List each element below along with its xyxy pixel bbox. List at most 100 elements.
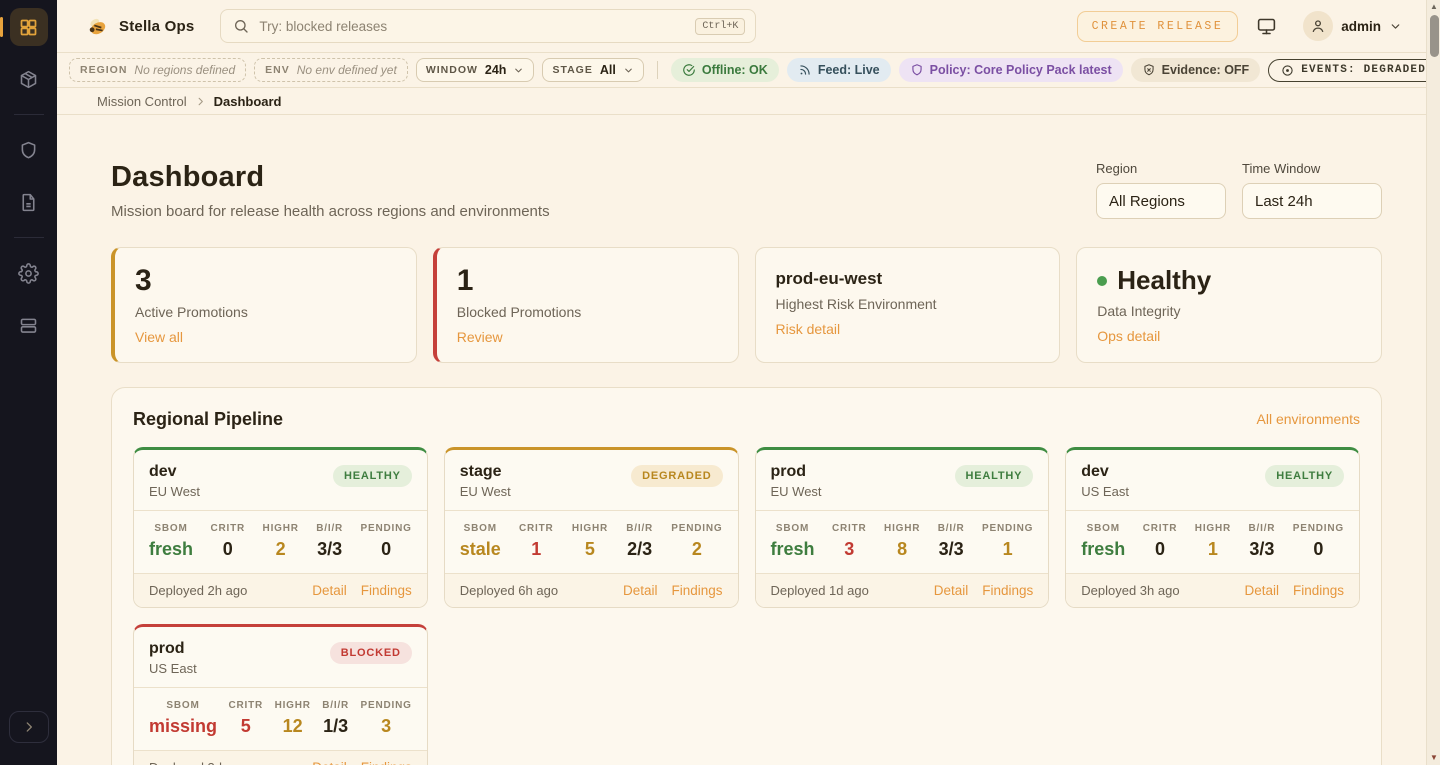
events-status-pill[interactable]: EVENTS: DEGRADED (1268, 59, 1439, 82)
region-context-pill[interactable]: REGION No regions defined (69, 58, 246, 82)
metric-value-highr: 8 (897, 539, 907, 559)
app-logo[interactable]: Stella Ops (84, 13, 194, 39)
highest-risk-label: Highest Risk Environment (776, 296, 1040, 312)
vertical-scrollbar[interactable]: ▲ ▼ (1426, 0, 1440, 765)
metric-label: CRITR (229, 700, 264, 711)
time-window-filter-select[interactable]: Last 24h (1242, 183, 1382, 219)
metric-value-critr: 0 (1155, 539, 1165, 559)
metric-value-pending: 1 (1003, 539, 1013, 559)
window-select-pill[interactable]: WINDOW 24h (416, 58, 535, 82)
sidebar-item-infrastructure[interactable] (10, 306, 48, 344)
search-input[interactable] (259, 19, 685, 34)
status-badge: HEALTHY (955, 465, 1034, 487)
scroll-up-arrow[interactable]: ▲ (1427, 1, 1440, 13)
metric-label: HIGHR (572, 523, 608, 534)
detail-link[interactable]: Detail (623, 583, 658, 598)
stage-select-pill[interactable]: STAGE All (542, 58, 643, 82)
sidebar-item-dashboard[interactable] (10, 8, 48, 46)
document-icon (18, 192, 39, 213)
regional-pipeline-section: Regional Pipeline All environments dev E… (111, 387, 1382, 765)
sidebar-divider (14, 114, 44, 115)
sidebar-item-packages[interactable] (10, 60, 48, 98)
metric-label: PENDING (671, 523, 722, 534)
user-menu[interactable]: admin (1303, 11, 1402, 41)
metric-value-highr: 5 (585, 539, 595, 559)
blocked-promotions-label: Blocked Promotions (457, 304, 718, 320)
metric-label: CRITR (1143, 523, 1178, 534)
region-filter-label: Region (1096, 161, 1226, 176)
pipeline-card-dev-eu-west: dev EU West HEALTHY SBOMfresh CRITR0 HIG… (133, 447, 428, 608)
offline-status-pill[interactable]: Offline: OK (671, 58, 779, 82)
blocked-promotions-card: 1 Blocked Promotions Review (433, 247, 739, 363)
metric-value-sbom: stale (460, 539, 501, 559)
findings-link[interactable]: Findings (361, 760, 412, 765)
metric-label: PENDING (982, 523, 1033, 534)
display-mode-button[interactable] (1252, 12, 1281, 41)
metric-value-pending: 0 (381, 539, 391, 559)
chevron-down-icon (623, 65, 634, 76)
highest-risk-card: prod-eu-west Highest Risk Environment Ri… (755, 247, 1061, 363)
metric-label: B/I/R (316, 523, 343, 534)
deployed-timestamp: Deployed 1d ago (771, 583, 869, 598)
detail-link[interactable]: Detail (1244, 583, 1279, 598)
shield-icon (18, 140, 39, 161)
findings-link[interactable]: Findings (671, 583, 722, 598)
metric-value-pending: 2 (692, 539, 702, 559)
env-name: prod (149, 640, 197, 658)
metric-label: SBOM (149, 523, 193, 534)
metric-label: PENDING (361, 523, 412, 534)
metric-value-highr: 1 (1208, 539, 1218, 559)
rss-icon (798, 63, 812, 77)
metric-value-critr: 3 (844, 539, 854, 559)
sidebar-item-security[interactable] (10, 131, 48, 169)
region-filter-select[interactable]: All Regions (1096, 183, 1226, 219)
breadcrumb-current: Dashboard (214, 94, 282, 109)
sidebar-item-documents[interactable] (10, 183, 48, 221)
sidebar-item-settings[interactable] (10, 254, 48, 292)
policy-status-pill[interactable]: Policy: Core Policy Pack latest (899, 58, 1123, 82)
metric-label: HIGHR (884, 523, 920, 534)
feed-status-pill[interactable]: Feed: Live (787, 58, 891, 82)
metric-label: CRITR (519, 523, 554, 534)
data-integrity-label: Data Integrity (1097, 303, 1361, 319)
main-area: Stella Ops Ctrl+K CREATE RELEASE admin (57, 0, 1426, 765)
global-search[interactable]: Ctrl+K (220, 9, 756, 43)
metric-label: CRITR (211, 523, 246, 534)
circle-dot-icon (1281, 64, 1294, 77)
metric-label: B/I/R (322, 700, 349, 711)
ops-detail-link[interactable]: Ops detail (1097, 328, 1160, 344)
monitor-icon (1256, 16, 1277, 37)
blocked-promotions-count: 1 (457, 265, 718, 297)
detail-link[interactable]: Detail (312, 583, 347, 598)
package-icon (18, 69, 39, 90)
pipeline-card-dev-us-east: dev US East HEALTHY SBOMfresh CRITR0 HIG… (1065, 447, 1360, 608)
breadcrumb-parent[interactable]: Mission Control (97, 94, 187, 109)
metric-value-pending: 3 (381, 716, 391, 736)
findings-link[interactable]: Findings (982, 583, 1033, 598)
chevron-right-icon (195, 96, 206, 107)
metric-value-bir: 3/3 (1249, 539, 1274, 559)
env-context-pill[interactable]: ENV No env defined yet (254, 58, 408, 82)
detail-link[interactable]: Detail (312, 760, 347, 765)
deployed-timestamp: Deployed 2h ago (149, 583, 247, 598)
view-all-link[interactable]: View all (135, 329, 183, 345)
all-environments-link[interactable]: All environments (1257, 411, 1361, 427)
metric-label: B/I/R (626, 523, 653, 534)
metric-label: SBOM (149, 700, 217, 711)
create-release-button[interactable]: CREATE RELEASE (1077, 11, 1239, 42)
sidebar-collapse-button[interactable] (9, 711, 49, 743)
env-name: dev (149, 463, 200, 481)
data-integrity-status: Healthy (1117, 265, 1211, 296)
app-title: Stella Ops (119, 18, 194, 35)
detail-link[interactable]: Detail (934, 583, 969, 598)
findings-link[interactable]: Findings (361, 583, 412, 598)
scrollbar-thumb[interactable] (1430, 15, 1439, 57)
metric-label: HIGHR (263, 523, 299, 534)
evidence-status-pill[interactable]: Evidence: OFF (1131, 58, 1261, 82)
search-icon (233, 18, 249, 34)
metric-value-pending: 0 (1313, 539, 1323, 559)
scroll-down-arrow[interactable]: ▼ (1427, 752, 1440, 764)
findings-link[interactable]: Findings (1293, 583, 1344, 598)
review-link[interactable]: Review (457, 329, 503, 345)
risk-detail-link[interactable]: Risk detail (776, 321, 841, 337)
